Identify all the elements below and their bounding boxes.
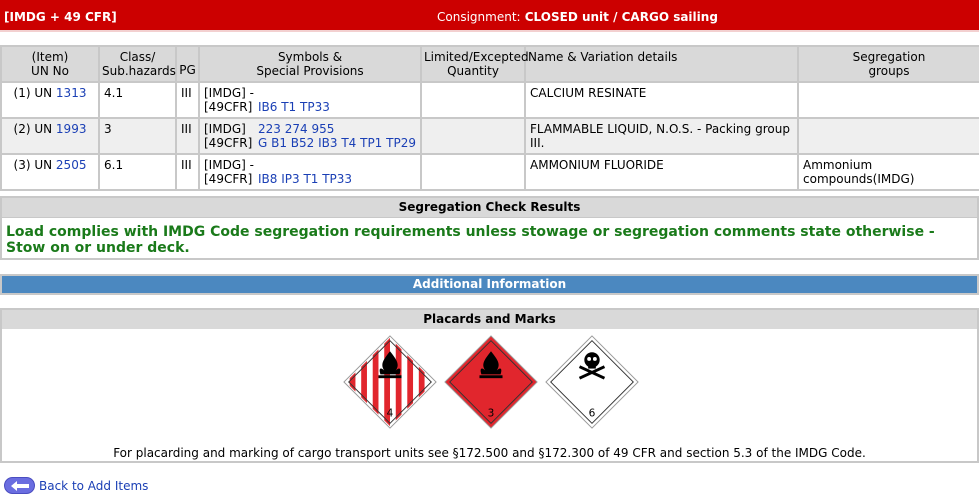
col-pg: PG (175, 45, 200, 83)
col-symbols: Symbols & Special Provisions (198, 45, 422, 83)
item-cell: (3) UN 2505 (0, 153, 100, 191)
consignment-label: Consignment: (437, 10, 521, 24)
table-row: (2) UN 1993 3 III [IMDG] 223 274 955 [49C… (0, 117, 979, 155)
segregation-cell: Ammonium compounds(IMDG) (797, 153, 979, 191)
placard-class-number: 3 (488, 408, 495, 420)
limited-cell (420, 117, 526, 155)
dangerous-goods-table: (Item) UN No Class/Sub.hazards PG Symbols… (0, 45, 979, 191)
segregation-results-title: Segregation Check Results (2, 198, 977, 217)
segregation-results-panel: Segregation Check Results Load complies … (0, 196, 979, 260)
table-header-row: (Item) UN No Class/Sub.hazards PG Symbols… (0, 45, 979, 83)
pg-cell: III (175, 81, 200, 119)
table-row: (3) UN 2505 6.1 III [IMDG] - [49CFR] IB8 … (0, 153, 979, 191)
name-cell: FLAMMABLE LIQUID, N.O.S. - Packing group… (524, 117, 799, 155)
segregation-result-message: Load complies with IMDG Code segregation… (2, 217, 977, 256)
col-segregation: Segregation groups (797, 45, 979, 83)
special-provisions-link[interactable]: G B1 B52 IB3 T4 TP1 TP29 (258, 136, 416, 150)
limited-cell (420, 153, 526, 191)
consignment-header-bar: [IMDG + 49 CFR] Consignment: CLOSED unit… (0, 0, 979, 32)
symbols-cell: [IMDG] 223 274 955 [49CFR] G B1 B52 IB3 T4… (198, 117, 422, 155)
back-link-label[interactable]: Back to Add Items (39, 479, 148, 493)
un-number-link[interactable]: 1313 (56, 86, 87, 100)
toxic-placard: 6 (545, 335, 639, 429)
regulations-label: [IMDG + 49 CFR] (4, 10, 117, 24)
limited-cell (420, 81, 526, 119)
class-cell: 3 (98, 117, 177, 155)
special-provisions-link[interactable]: IB8 IP3 T1 TP33 (258, 172, 352, 186)
placard-class-number: 6 (589, 408, 596, 420)
item-cell: (1) UN 1313 (0, 81, 100, 119)
special-provisions-link[interactable]: 223 274 955 (258, 122, 334, 136)
col-item: (Item) UN No (0, 45, 100, 83)
un-number-link[interactable]: 2505 (56, 158, 87, 172)
col-limited: Limited/Excepted Quantity (420, 45, 529, 83)
symbols-cell: [IMDG] - [49CFR] IB8 IP3 T1 TP33 (198, 153, 422, 191)
name-cell: AMMONIUM FLUORIDE (524, 153, 799, 191)
name-cell: CALCIUM RESINATE (524, 81, 799, 119)
segregation-cell (797, 117, 979, 155)
consignment-value: CLOSED unit / CARGO sailing (524, 10, 718, 24)
pg-cell: III (175, 153, 200, 191)
placards-panel: Placards and Marks 4 3 6 For placarding … (0, 308, 979, 463)
back-arrow-icon[interactable] (4, 477, 35, 494)
symbols-cell: [IMDG] - [49CFR] IB6 T1 TP33 (198, 81, 422, 119)
additional-info-bar: Additional Information (0, 274, 979, 295)
class-cell: 4.1 (98, 81, 177, 119)
placarding-note: For placarding and marking of cargo tran… (113, 446, 866, 460)
special-provisions-link[interactable]: IB6 T1 TP33 (258, 100, 330, 114)
item-cell: (2) UN 1993 (0, 117, 100, 155)
consignment-info: Consignment: CLOSED unit / CARGO sailing (437, 10, 718, 24)
class-cell: 6.1 (98, 153, 177, 191)
table-row: (1) UN 1313 4.1 III [IMDG] - [49CFR] IB6 … (0, 81, 979, 119)
flammable-liquid-placard: 3 (444, 335, 538, 429)
placard-class-number: 4 (387, 408, 394, 420)
flammable-solid-placard: 4 (343, 335, 437, 429)
placards-title: Placards and Marks (2, 310, 977, 329)
col-class: Class/Sub.hazards (98, 45, 177, 83)
col-name: Name & Variation details (524, 45, 799, 83)
placard-group: 4 3 6 (342, 334, 642, 434)
segregation-cell (797, 81, 979, 119)
pg-cell: III (175, 117, 200, 155)
un-number-link[interactable]: 1993 (56, 122, 87, 136)
